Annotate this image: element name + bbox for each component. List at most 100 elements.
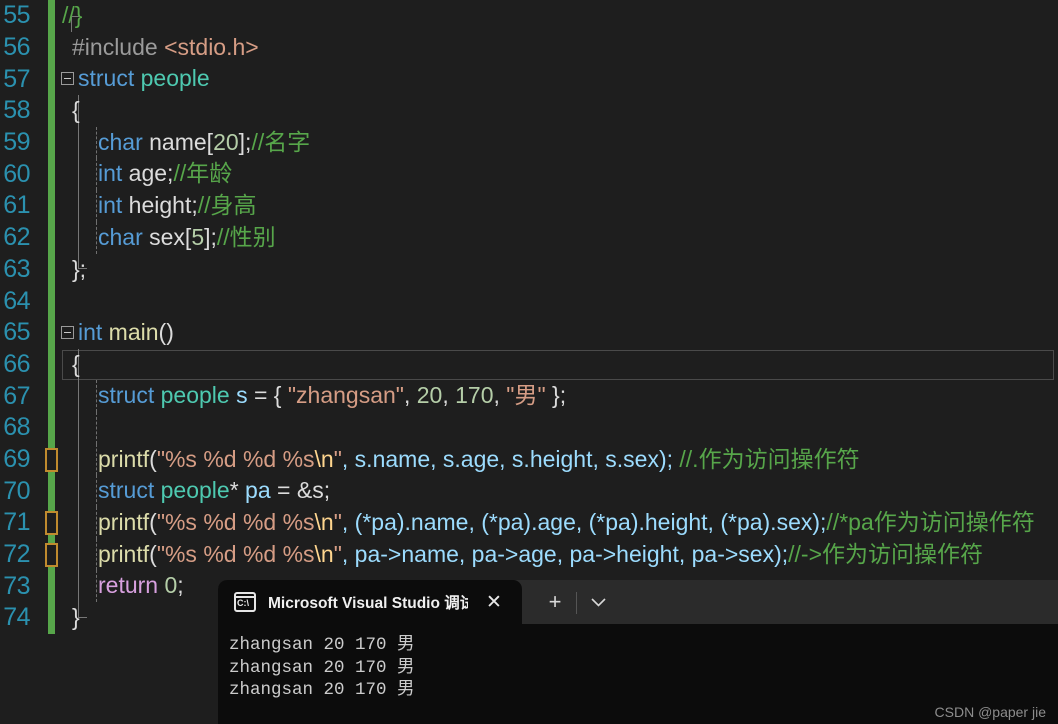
code-line-row[interactable]: 69 printf("%s %d %d %s\n", s.name, s.age… — [0, 443, 1058, 476]
code-line-row[interactable]: 58 { — [0, 95, 1058, 127]
new-tab-button[interactable]: + — [538, 585, 572, 619]
code-line-row[interactable]: 71 printf("%s %d %d %s\n", (*pa).name, (… — [0, 507, 1058, 539]
change-bar — [48, 221, 55, 254]
string-token: "男" — [506, 382, 546, 409]
line-number: 73 — [3, 571, 30, 600]
type-token: people — [140, 65, 210, 92]
comment-token: //*pa作为访问操作符 — [826, 509, 1035, 535]
collapse-region-icon[interactable] — [61, 72, 74, 86]
code-text: char name[20];//名字 — [98, 127, 310, 159]
unsaved-edit-marker — [45, 511, 58, 535]
declarator-token: sex[ — [142, 223, 192, 250]
code-line-row[interactable]: 67 struct people s = { "zhangsan", 20, 1… — [0, 380, 1058, 412]
line-number: 68 — [3, 413, 30, 442]
code-line-row[interactable]: 60 int age;//年龄 — [0, 158, 1058, 191]
line-number: 71 — [3, 508, 30, 537]
terminal-tab-title: Microsoft Visual Studio 调试控 — [268, 595, 468, 612]
change-bar — [48, 570, 55, 603]
keyword-token: char — [98, 128, 143, 155]
screenshot-root: 55 //} 56 #include <stdio.h> 57 struct p… — [0, 0, 1058, 724]
keyword-token: char — [98, 223, 143, 250]
code-text: struct people s = { "zhangsan", 20, 170,… — [98, 380, 566, 412]
collapse-region-icon[interactable] — [61, 325, 74, 339]
paren: ( — [149, 540, 157, 567]
preprocessor-token: #include — [72, 33, 158, 60]
code-line-row-current[interactable]: 66 { — [0, 348, 1058, 381]
code-line-row[interactable]: 55 //} — [0, 0, 1058, 32]
assign-token: = &s; — [270, 477, 331, 504]
number-token: 170 — [455, 382, 494, 409]
format-string-end: " — [333, 445, 342, 472]
keyword-token: int — [98, 160, 123, 187]
arguments-token: , s.name, s.age, s.height, s.sex); — [341, 445, 680, 472]
terminal-output-line: zhangsan 20 170 男 — [229, 635, 415, 655]
current-line-highlight — [62, 349, 1054, 380]
change-bar — [48, 0, 55, 32]
brace-token: { — [72, 97, 80, 124]
outline-guide — [70, 538, 97, 571]
line-number: 67 — [3, 381, 30, 410]
code-line-row[interactable]: 68 — [0, 411, 1058, 444]
code-text: struct people* pa = &s; — [98, 475, 330, 507]
keyword-token: int — [98, 192, 123, 219]
code-line-row[interactable]: 64 — [0, 285, 1058, 317]
code-line-row[interactable]: 63 }; — [0, 253, 1058, 286]
code-line-row[interactable]: 72 printf("%s %d %d %s\n", pa->name, pa-… — [0, 538, 1058, 571]
comma: , — [403, 382, 417, 409]
terminal-tab[interactable]: Microsoft Visual Studio 调试控 ✕ — [218, 580, 522, 624]
code-line-row[interactable]: 65 int main() — [0, 316, 1058, 349]
chevron-down-icon[interactable] — [581, 585, 615, 619]
code-line-row[interactable]: 56 #include <stdio.h> — [0, 31, 1058, 64]
semicolon: ; — [177, 572, 184, 599]
command-prompt-icon — [234, 592, 256, 612]
declarator-token: height; — [122, 192, 198, 219]
watermark: CSDN @paper jie — [934, 704, 1046, 720]
terminal-output-line: zhangsan 20 170 男 — [229, 680, 415, 700]
change-bar — [48, 348, 55, 381]
change-bar — [48, 316, 55, 349]
code-line-row[interactable]: 61 int height;//身高 — [0, 190, 1058, 222]
pointer-star: * — [229, 477, 246, 504]
change-bar — [48, 158, 55, 191]
line-number: 65 — [3, 318, 30, 347]
end-token: }; — [545, 382, 567, 409]
declarator-token: age; — [122, 160, 174, 187]
outline-guide — [70, 380, 97, 412]
code-text: struct people — [78, 63, 210, 95]
change-bar — [48, 602, 55, 634]
format-string-token: "%s %d %d %s — [156, 540, 315, 567]
code-text: int main() — [78, 317, 174, 349]
code-text: return 0; — [98, 570, 184, 602]
code-line-row[interactable]: 62 char sex[5];//性别 — [0, 221, 1058, 254]
code-text: int height;//身高 — [98, 190, 257, 222]
code-line-row[interactable]: 70 struct people* pa = &s; — [0, 475, 1058, 507]
close-icon[interactable]: ✕ — [482, 590, 506, 614]
line-number: 62 — [3, 223, 30, 252]
debug-console-window[interactable]: Microsoft Visual Studio 调试控 ✕ + zhangsan… — [218, 580, 1058, 724]
terminal-output: zhangsan 20 170 男 zhangsan 20 170 男 zhangs… — [218, 624, 1058, 702]
number-token: 20 — [213, 128, 239, 155]
unsaved-edit-marker — [45, 447, 58, 472]
line-number: 72 — [3, 540, 30, 569]
code-text: printf("%s %d %d %s\n", (*pa).name, (*pa… — [98, 507, 1035, 539]
declarator-token: name[ — [142, 128, 214, 155]
code-text: char sex[5];//性别 — [98, 222, 276, 254]
line-number: 58 — [3, 96, 30, 125]
string-token: "zhangsan" — [287, 382, 404, 409]
paren: ( — [149, 445, 157, 472]
escape-token: \n — [314, 540, 334, 567]
brace-token: } — [72, 604, 80, 631]
change-bar — [48, 190, 55, 222]
comment-token: //年龄 — [173, 160, 233, 187]
code-line-row[interactable]: 59 char name[20];//名字 — [0, 126, 1058, 159]
change-bar — [48, 126, 55, 159]
change-bar — [48, 31, 55, 64]
line-number: 57 — [3, 64, 30, 93]
code-line-row[interactable]: 57 struct people — [0, 63, 1058, 96]
outline-guide — [70, 221, 97, 254]
terminal-titlebar: Microsoft Visual Studio 调试控 ✕ + — [218, 580, 1058, 624]
code-text: printf("%s %d %d %s\n", s.name, s.age, s… — [98, 444, 860, 476]
paren: ( — [149, 509, 157, 535]
keyword-token: int — [78, 318, 103, 345]
arguments-token: , (*pa).name, (*pa).age, (*pa).height, (… — [341, 509, 827, 535]
